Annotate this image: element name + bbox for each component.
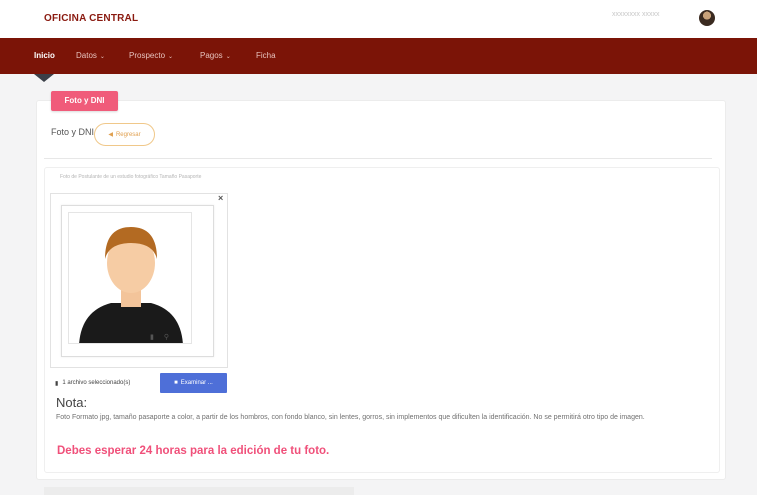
thumbnail-actions: ▮ ⚲	[150, 333, 179, 341]
user-avatar[interactable]	[699, 10, 715, 26]
note-title: Nota:	[56, 395, 88, 410]
file-icon: ▮	[55, 380, 59, 387]
nav-item-prospecto[interactable]: Prospecto ⌄	[129, 51, 173, 60]
note-text: Foto Formato jpg, tamaño pasaporte a col…	[56, 414, 645, 421]
nav-item-label: Prospecto	[129, 51, 166, 60]
nav-item-pagos[interactable]: Pagos ⌄	[200, 51, 231, 60]
top-bar: OFICINA CENTRAL xxxxxxxx xxxxx	[0, 0, 757, 38]
nav-item-inicio[interactable]: Inicio	[34, 51, 55, 60]
chevron-down-icon: ⌄	[225, 54, 231, 60]
upload-hint: Foto de Postulante de un estudio fotográ…	[60, 174, 202, 180]
divider	[44, 158, 712, 159]
bottom-panel-edge	[44, 487, 354, 495]
file-status-text: 1 archivo seleccionado(s)	[62, 380, 131, 386]
card-tab-foto-dni[interactable]: Foto y DNI	[51, 91, 118, 111]
file-caption: ▮ 1 archivo seleccionado(s)	[52, 373, 160, 393]
close-icon[interactable]: ×	[218, 193, 223, 203]
back-button-label: Regresar	[115, 131, 141, 138]
trash-icon[interactable]: ▮	[150, 334, 154, 341]
folder-icon: ■	[174, 380, 178, 386]
photo-placeholder-image	[68, 212, 192, 344]
browse-button[interactable]: ■ Examinar ...	[160, 373, 227, 393]
brand-name[interactable]: OFICINA CENTRAL	[44, 13, 138, 24]
nav-item-label: Datos	[76, 51, 97, 60]
browse-button-label: Examinar ...	[180, 380, 213, 386]
nav-item-ficha[interactable]: Ficha	[256, 51, 276, 60]
nav-item-label: Inicio	[34, 51, 55, 60]
nav-item-datos[interactable]: Datos ⌄	[76, 51, 105, 60]
main-navbar: Inicio Datos ⌄ Prospecto ⌄ Pagos ⌄ Ficha	[0, 38, 757, 74]
back-button[interactable]: ◀ Regresar	[94, 123, 155, 146]
chevron-down-icon: ⌄	[168, 54, 174, 60]
active-nav-pointer	[34, 74, 54, 82]
warning-message: Debes esperar 24 horas para la edición d…	[57, 445, 330, 457]
user-name[interactable]: xxxxxxxx xxxxx	[612, 11, 659, 18]
arrow-left-icon: ◀	[108, 132, 113, 138]
zoom-icon[interactable]: ⚲	[164, 334, 169, 341]
section-label: Foto y DNI	[51, 127, 95, 137]
chevron-down-icon: ⌄	[99, 54, 105, 60]
nav-item-label: Ficha	[256, 51, 276, 60]
avatar-silhouette-icon	[79, 227, 183, 343]
nav-item-label: Pagos	[200, 51, 223, 60]
